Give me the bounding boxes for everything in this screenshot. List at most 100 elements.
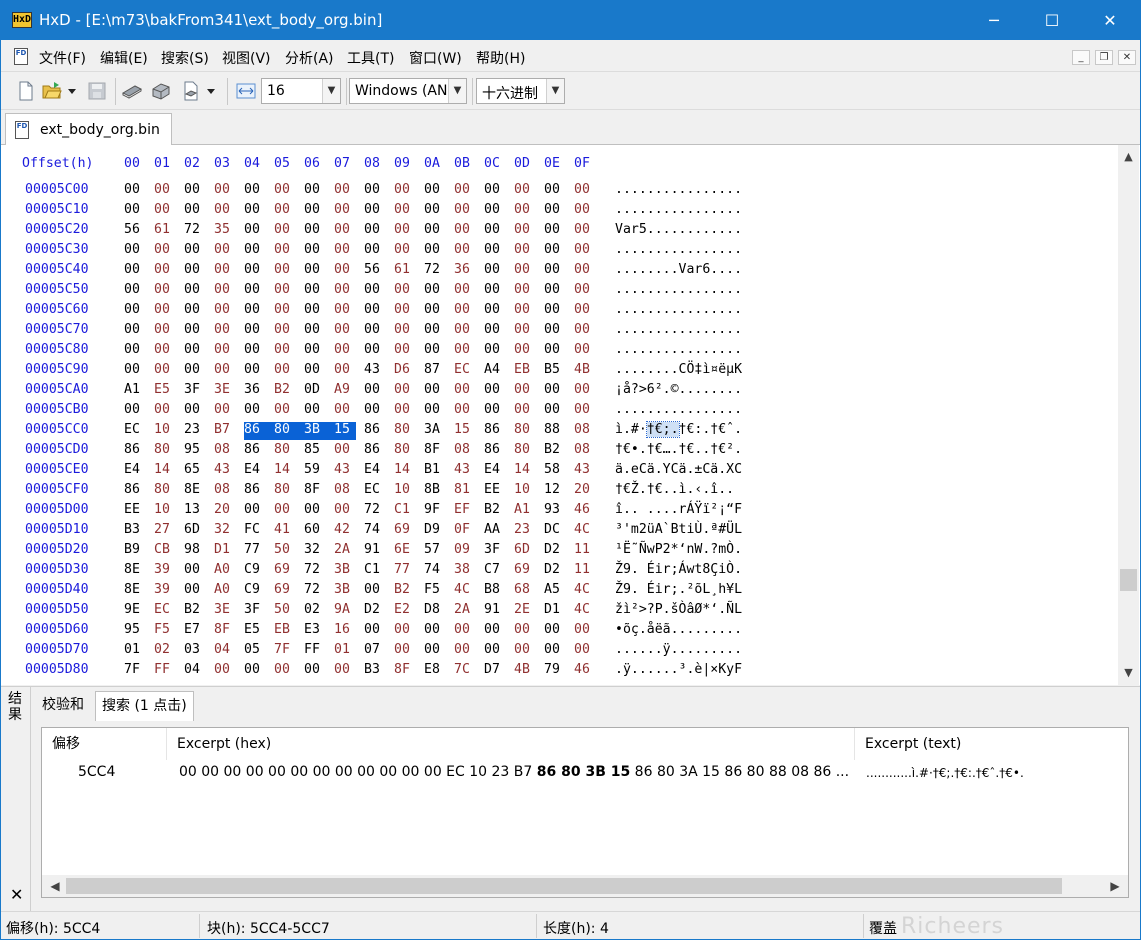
hex-byte[interactable]: 00 bbox=[484, 222, 514, 240]
row-text[interactable]: ................ bbox=[615, 242, 742, 257]
hex-row[interactable]: 00005C30 00 00 00 00 00 00 00 00 00 00 00 00 00 00 00 00… bbox=[1, 241, 1121, 261]
hex-byte[interactable]: E4 bbox=[364, 462, 394, 480]
hex-byte[interactable]: 93 bbox=[544, 502, 574, 520]
mdi-restore-button[interactable]: ❐ bbox=[1095, 50, 1113, 65]
hex-byte[interactable]: 07 bbox=[364, 642, 394, 660]
hex-byte[interactable]: 00 bbox=[124, 202, 154, 220]
row-text[interactable]: ........CÖ‡ì¤ëµK bbox=[615, 362, 742, 377]
hex-byte[interactable]: 23 bbox=[184, 422, 214, 440]
hex-byte[interactable]: D6 bbox=[394, 362, 424, 380]
hex-byte[interactable]: 00 bbox=[124, 402, 154, 420]
hex-byte[interactable]: 00 bbox=[244, 302, 274, 320]
hex-byte[interactable]: 86 bbox=[124, 442, 154, 460]
hex-byte[interactable]: 00 bbox=[454, 282, 484, 300]
hex-byte[interactable]: 9E bbox=[124, 602, 154, 620]
hex-byte[interactable]: 27 bbox=[154, 522, 184, 540]
hex-byte[interactable]: 23 bbox=[514, 522, 544, 540]
hex-byte[interactable]: 32 bbox=[214, 522, 244, 540]
hex-byte[interactable]: D9 bbox=[424, 522, 454, 540]
hex-byte[interactable]: 00 bbox=[184, 242, 214, 260]
hex-byte[interactable]: 00 bbox=[484, 262, 514, 280]
hex-byte[interactable]: 00 bbox=[274, 222, 304, 240]
hex-byte[interactable]: EC bbox=[124, 422, 154, 440]
hex-byte[interactable]: 00 bbox=[514, 382, 544, 400]
hex-byte[interactable]: 00 bbox=[184, 402, 214, 420]
hex-byte[interactable]: EC bbox=[454, 362, 484, 380]
hex-byte[interactable]: 00 bbox=[454, 302, 484, 320]
hex-byte[interactable]: 0D bbox=[304, 382, 334, 400]
row-text[interactable]: ................ bbox=[615, 342, 742, 357]
hex-byte[interactable]: EB bbox=[514, 362, 544, 380]
hex-byte[interactable]: 00 bbox=[304, 302, 334, 320]
hex-byte[interactable]: 86 bbox=[364, 442, 394, 460]
hex-byte[interactable]: 43 bbox=[364, 362, 394, 380]
tab-ext-body-org[interactable]: FD ext_body_org.bin bbox=[5, 113, 172, 146]
hex-row[interactable]: 00005C40 00 00 00 00 00 00 00 00 56 61 72 36 00 00 00 00… bbox=[1, 261, 1121, 281]
hex-byte[interactable]: 12 bbox=[544, 482, 574, 500]
hex-byte[interactable]: 72 bbox=[424, 262, 454, 280]
hex-byte[interactable]: 35 bbox=[214, 222, 244, 240]
hex-byte[interactable]: 00 bbox=[334, 502, 364, 520]
hex-byte[interactable]: 80 bbox=[274, 422, 304, 440]
column-header-hex-excerpt[interactable]: Excerpt (hex) bbox=[167, 728, 855, 760]
hex-byte[interactable]: 00 bbox=[484, 342, 514, 360]
hex-byte[interactable]: 08 bbox=[334, 482, 364, 500]
hex-byte[interactable]: 95 bbox=[184, 442, 214, 460]
hex-byte[interactable]: 00 bbox=[124, 302, 154, 320]
hex-byte[interactable]: 38 bbox=[454, 562, 484, 580]
hex-byte[interactable]: CB bbox=[154, 542, 184, 560]
hex-byte[interactable]: 00 bbox=[544, 622, 574, 640]
row-text[interactable]: ................ bbox=[615, 202, 742, 217]
scroll-down-icon[interactable]: ▼ bbox=[1118, 661, 1139, 685]
hex-byte[interactable]: 58 bbox=[544, 462, 574, 480]
hex-byte[interactable]: 00 bbox=[394, 282, 424, 300]
hex-byte[interactable]: 00 bbox=[394, 222, 424, 240]
hex-byte[interactable]: 77 bbox=[394, 562, 424, 580]
hex-byte[interactable]: 87 bbox=[424, 362, 454, 380]
hex-byte[interactable]: 00 bbox=[244, 222, 274, 240]
hex-byte[interactable]: 00 bbox=[544, 322, 574, 340]
hex-byte[interactable]: 00 bbox=[424, 622, 454, 640]
hex-byte[interactable]: D2 bbox=[544, 562, 574, 580]
hex-row[interactable]: 00005D00 EE 10 13 20 00 00 00 00 72 C1 9F EF B2 A1 93 46… bbox=[1, 501, 1121, 521]
hex-byte[interactable]: 6D bbox=[514, 542, 544, 560]
hex-byte[interactable]: 86 bbox=[244, 442, 274, 460]
hex-byte[interactable]: 00 bbox=[514, 202, 544, 220]
hex-byte[interactable]: 86 bbox=[244, 422, 274, 440]
hex-byte[interactable]: 61 bbox=[154, 222, 184, 240]
vertical-scrollbar[interactable]: ▲ ▼ bbox=[1118, 145, 1139, 685]
hex-byte[interactable]: 00 bbox=[544, 222, 574, 240]
hex-byte[interactable]: 81 bbox=[454, 482, 484, 500]
hex-byte[interactable]: FC bbox=[244, 522, 274, 540]
hex-byte[interactable]: 69 bbox=[394, 522, 424, 540]
hex-byte[interactable]: 00 bbox=[364, 242, 394, 260]
hex-byte[interactable]: 00 bbox=[214, 302, 244, 320]
hex-byte[interactable]: 8E bbox=[124, 582, 154, 600]
hex-byte[interactable]: 00 bbox=[304, 222, 334, 240]
hex-byte[interactable]: 69 bbox=[514, 562, 544, 580]
hex-byte[interactable]: 00 bbox=[304, 402, 334, 420]
hex-byte[interactable]: EB bbox=[274, 622, 304, 640]
hex-byte[interactable]: 00 bbox=[334, 402, 364, 420]
hex-byte[interactable]: 00 bbox=[364, 402, 394, 420]
hex-byte[interactable]: 00 bbox=[244, 402, 274, 420]
hex-row[interactable]: 00005D30 8E 39 00 A0 C9 69 72 3B C1 77 74 38 C7 69 D2 11… bbox=[1, 561, 1121, 581]
hex-byte[interactable]: 08 bbox=[214, 482, 244, 500]
new-file-icon[interactable] bbox=[16, 81, 36, 101]
hex-byte[interactable]: 00 bbox=[214, 182, 244, 200]
hex-byte[interactable]: 01 bbox=[124, 642, 154, 660]
hex-byte[interactable]: 00 bbox=[304, 322, 334, 340]
hex-byte[interactable]: 68 bbox=[514, 582, 544, 600]
hex-row[interactable]: 00005D80 7F FF 04 00 00 00 00 00 B3 8F E8 7C D7 4B 79 46… bbox=[1, 661, 1121, 681]
hex-byte[interactable]: 43 bbox=[214, 462, 244, 480]
row-text[interactable]: ................ bbox=[615, 182, 742, 197]
hex-byte[interactable]: 00 bbox=[484, 382, 514, 400]
hex-byte[interactable]: 00 bbox=[574, 202, 604, 220]
hex-byte[interactable]: 00 bbox=[394, 342, 424, 360]
hex-byte[interactable]: 77 bbox=[244, 542, 274, 560]
hex-byte[interactable]: 3E bbox=[214, 602, 244, 620]
hex-byte[interactable]: 00 bbox=[484, 242, 514, 260]
hex-byte[interactable]: 00 bbox=[334, 242, 364, 260]
hex-byte[interactable]: 00 bbox=[124, 322, 154, 340]
hex-byte[interactable]: 56 bbox=[364, 262, 394, 280]
